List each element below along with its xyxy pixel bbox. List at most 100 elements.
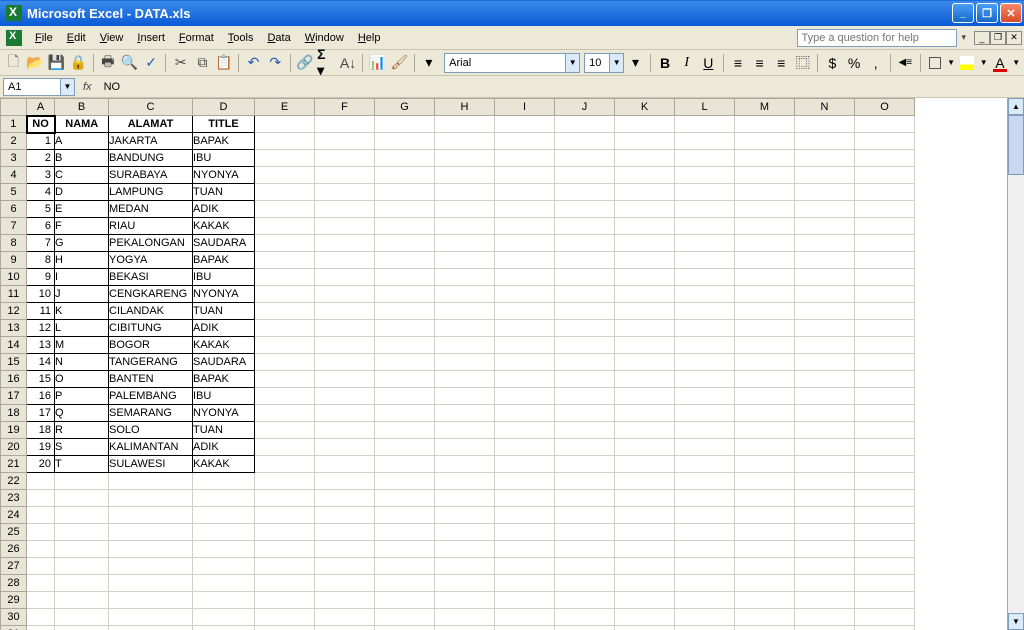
- fill-color-chevron-icon[interactable]: ▼: [979, 52, 989, 74]
- cell-G12[interactable]: [375, 303, 435, 320]
- paste-button[interactable]: 📋: [214, 52, 235, 74]
- row-header-21[interactable]: 21: [1, 456, 27, 473]
- cell-E1[interactable]: [255, 116, 315, 133]
- cell-D20[interactable]: ADIK: [193, 439, 255, 456]
- cell-C23[interactable]: [109, 490, 193, 507]
- cell-G11[interactable]: [375, 286, 435, 303]
- cell-N27[interactable]: [795, 558, 855, 575]
- cell-A27[interactable]: [27, 558, 55, 575]
- menu-data[interactable]: Data: [260, 29, 297, 47]
- cell-G18[interactable]: [375, 405, 435, 422]
- cell-L9[interactable]: [675, 252, 735, 269]
- cell-H3[interactable]: [435, 150, 495, 167]
- cell-B24[interactable]: [55, 507, 109, 524]
- menu-tools[interactable]: Tools: [221, 29, 261, 47]
- cell-E26[interactable]: [255, 541, 315, 558]
- cell-D12[interactable]: TUAN: [193, 303, 255, 320]
- cell-B19[interactable]: R: [55, 422, 109, 439]
- cell-A20[interactable]: 19: [27, 439, 55, 456]
- doc-minimize-button[interactable]: _: [974, 31, 990, 45]
- cell-N30[interactable]: [795, 609, 855, 626]
- cell-N11[interactable]: [795, 286, 855, 303]
- cell-L12[interactable]: [675, 303, 735, 320]
- cell-O31[interactable]: [855, 626, 915, 630]
- row-header-22[interactable]: 22: [1, 473, 27, 490]
- font-color-chevron-icon[interactable]: ▼: [1011, 52, 1021, 74]
- cell-B28[interactable]: [55, 575, 109, 592]
- cell-M1[interactable]: [735, 116, 795, 133]
- cell-M22[interactable]: [735, 473, 795, 490]
- cell-I5[interactable]: [495, 184, 555, 201]
- row-header-26[interactable]: 26: [1, 541, 27, 558]
- cell-C27[interactable]: [109, 558, 193, 575]
- cell-E4[interactable]: [255, 167, 315, 184]
- cell-N25[interactable]: [795, 524, 855, 541]
- cell-J11[interactable]: [555, 286, 615, 303]
- cell-D3[interactable]: IBU: [193, 150, 255, 167]
- cell-I28[interactable]: [495, 575, 555, 592]
- cell-B14[interactable]: M: [55, 337, 109, 354]
- cell-F29[interactable]: [315, 592, 375, 609]
- cell-I26[interactable]: [495, 541, 555, 558]
- row-header-27[interactable]: 27: [1, 558, 27, 575]
- row-header-14[interactable]: 14: [1, 337, 27, 354]
- cell-D1[interactable]: TITLE: [193, 116, 255, 133]
- cell-M16[interactable]: [735, 371, 795, 388]
- cell-N19[interactable]: [795, 422, 855, 439]
- cell-O19[interactable]: [855, 422, 915, 439]
- cell-E6[interactable]: [255, 201, 315, 218]
- cell-O30[interactable]: [855, 609, 915, 626]
- cell-F18[interactable]: [315, 405, 375, 422]
- help-dropdown-icon[interactable]: ▾: [957, 32, 970, 43]
- cell-M5[interactable]: [735, 184, 795, 201]
- cell-M24[interactable]: [735, 507, 795, 524]
- cell-B26[interactable]: [55, 541, 109, 558]
- cell-N6[interactable]: [795, 201, 855, 218]
- cell-N31[interactable]: [795, 626, 855, 630]
- cell-J9[interactable]: [555, 252, 615, 269]
- cell-G17[interactable]: [375, 388, 435, 405]
- cell-O4[interactable]: [855, 167, 915, 184]
- cell-O1[interactable]: [855, 116, 915, 133]
- col-header-L[interactable]: L: [675, 99, 735, 116]
- cell-H1[interactable]: [435, 116, 495, 133]
- cell-B11[interactable]: J: [55, 286, 109, 303]
- cell-C3[interactable]: BANDUNG: [109, 150, 193, 167]
- cell-B9[interactable]: H: [55, 252, 109, 269]
- cell-M8[interactable]: [735, 235, 795, 252]
- cell-L18[interactable]: [675, 405, 735, 422]
- cell-K29[interactable]: [615, 592, 675, 609]
- cell-E16[interactable]: [255, 371, 315, 388]
- cell-M17[interactable]: [735, 388, 795, 405]
- cell-J2[interactable]: [555, 133, 615, 150]
- redo-button[interactable]: ↷: [265, 52, 286, 74]
- restore-button[interactable]: ❐: [976, 3, 998, 23]
- cell-A13[interactable]: 12: [27, 320, 55, 337]
- cell-F4[interactable]: [315, 167, 375, 184]
- cell-B27[interactable]: [55, 558, 109, 575]
- cell-A5[interactable]: 4: [27, 184, 55, 201]
- minimize-button[interactable]: _: [952, 3, 974, 23]
- cell-M25[interactable]: [735, 524, 795, 541]
- col-header-G[interactable]: G: [375, 99, 435, 116]
- cell-I15[interactable]: [495, 354, 555, 371]
- cell-C8[interactable]: PEKALONGAN: [109, 235, 193, 252]
- cell-E27[interactable]: [255, 558, 315, 575]
- cell-L20[interactable]: [675, 439, 735, 456]
- cell-L16[interactable]: [675, 371, 735, 388]
- cell-A8[interactable]: 7: [27, 235, 55, 252]
- cell-A7[interactable]: 6: [27, 218, 55, 235]
- col-header-O[interactable]: O: [855, 99, 915, 116]
- cell-I17[interactable]: [495, 388, 555, 405]
- print-button[interactable]: 🖶: [98, 52, 119, 74]
- cell-K30[interactable]: [615, 609, 675, 626]
- cell-D14[interactable]: KAKAK: [193, 337, 255, 354]
- cell-B3[interactable]: B: [55, 150, 109, 167]
- col-header-H[interactable]: H: [435, 99, 495, 116]
- col-header-C[interactable]: C: [109, 99, 193, 116]
- font-size-chevron-icon[interactable]: ▼: [609, 54, 623, 72]
- cell-G27[interactable]: [375, 558, 435, 575]
- cell-J18[interactable]: [555, 405, 615, 422]
- cell-J26[interactable]: [555, 541, 615, 558]
- cell-F31[interactable]: [315, 626, 375, 630]
